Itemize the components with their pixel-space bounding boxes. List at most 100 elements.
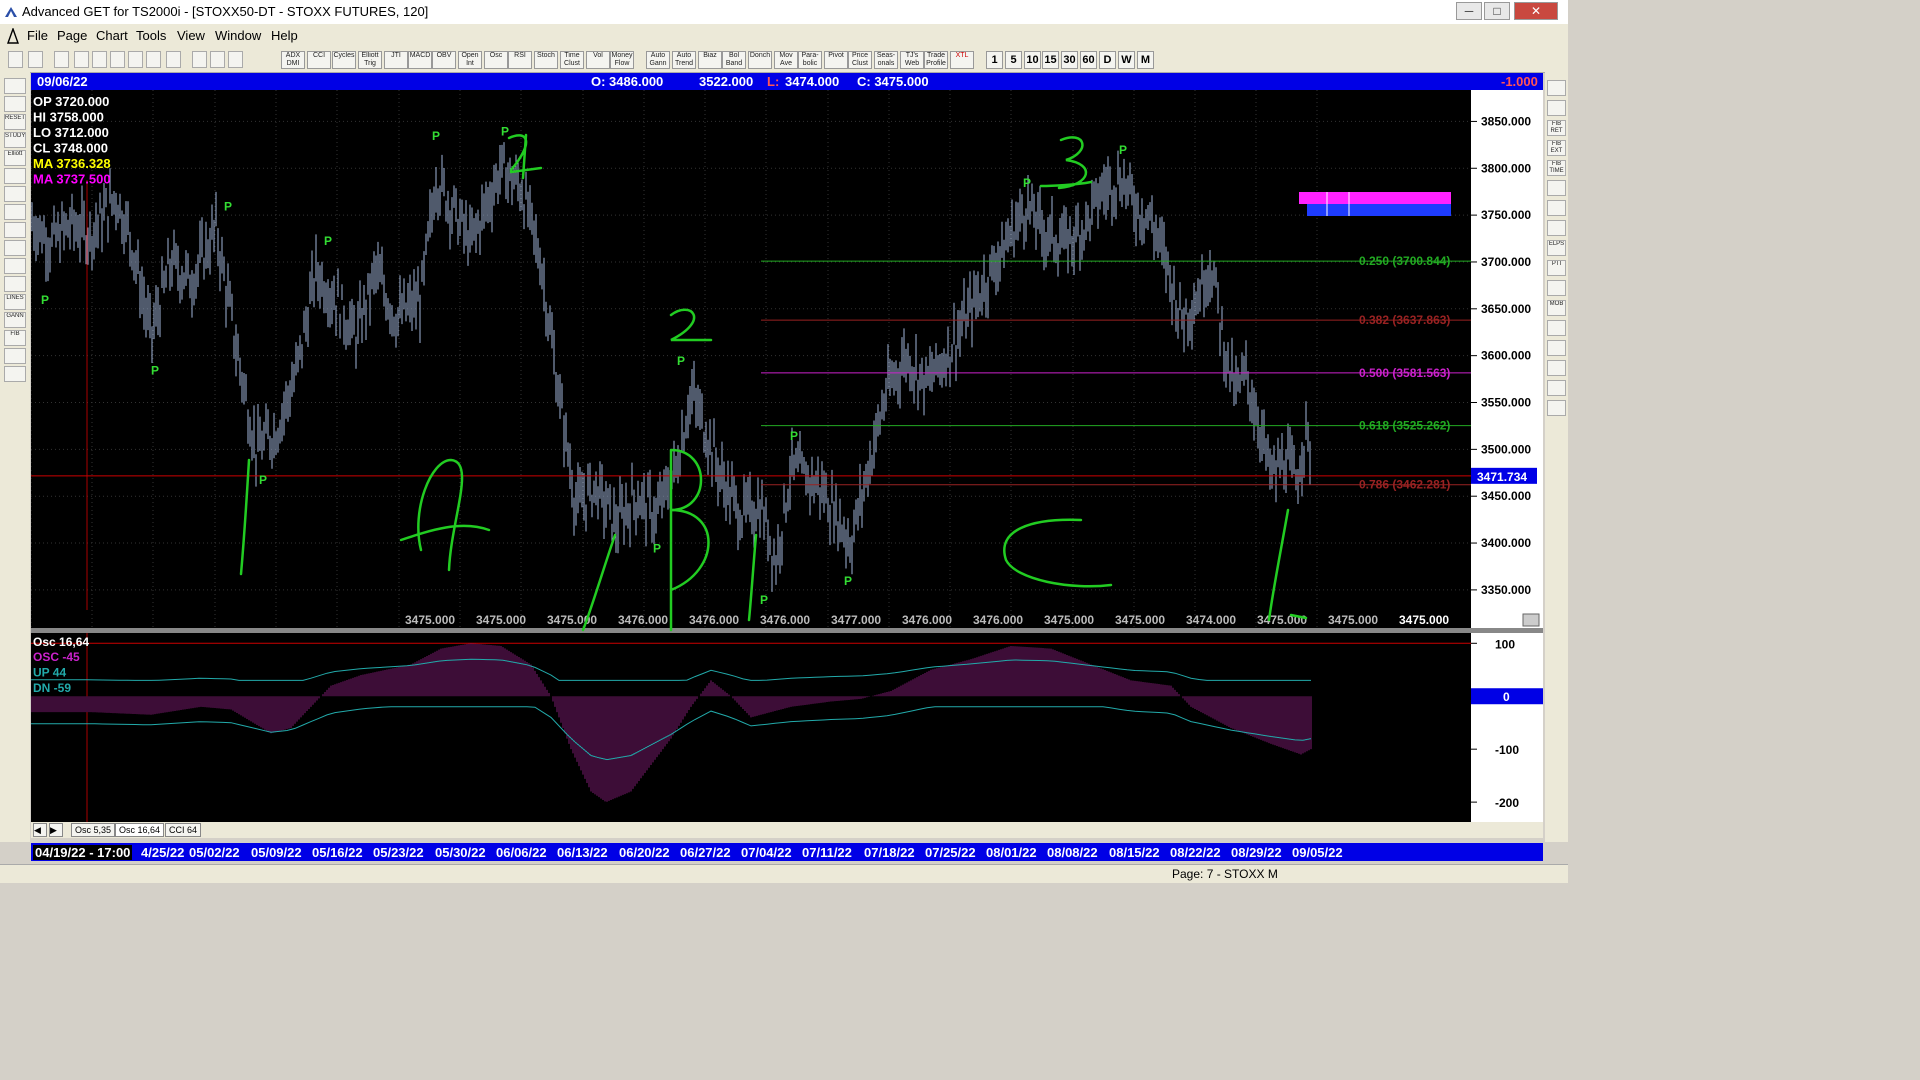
elps-tool[interactable]: ELPS xyxy=(1547,240,1566,256)
study-button-tj-s-web[interactable]: TJ's Web xyxy=(900,51,924,69)
menu-view[interactable]: View xyxy=(177,28,205,43)
study-button-auto-trend[interactable]: Auto Trend xyxy=(672,51,696,69)
study-button-mov-ave[interactable]: Mov Ave xyxy=(774,51,798,69)
menu-tools[interactable]: Tools xyxy=(136,28,166,43)
triangle-icon[interactable] xyxy=(1547,320,1566,336)
study-button-para-bolic[interactable]: Para- bolic xyxy=(798,51,822,69)
study-button-jti[interactable]: JTI xyxy=(384,51,408,69)
elliott-tool[interactable]: Elliott xyxy=(4,150,26,166)
fib-ext-tool[interactable]: FIB EXT xyxy=(1547,140,1566,156)
study-button-osc[interactable]: Osc xyxy=(484,51,508,69)
study-button-vol[interactable]: Vol xyxy=(586,51,610,69)
study-button-cci[interactable]: CCI xyxy=(307,51,331,69)
minimize-button[interactable]: ─ xyxy=(1456,2,1482,20)
period-button-m[interactable]: M xyxy=(1137,51,1154,69)
study-button-seas-onals[interactable]: Seas- onals xyxy=(874,51,898,69)
menu-chart[interactable]: Chart xyxy=(96,28,128,43)
study-button-rsi[interactable]: RSI xyxy=(508,51,532,69)
study-tool[interactable]: STUDY xyxy=(4,132,26,148)
study-button-pivot[interactable]: Pivot xyxy=(824,51,848,69)
study-button-elliott-trig[interactable]: Elliott Trig xyxy=(358,51,382,69)
grid-icon[interactable] xyxy=(1547,280,1566,296)
period-button-30[interactable]: 30 xyxy=(1061,51,1078,69)
menu-page[interactable]: Page xyxy=(57,28,87,43)
study-button-auto-gann[interactable]: Auto Gann xyxy=(646,51,670,69)
arrow-right-icon[interactable] xyxy=(4,222,26,238)
reset-tool[interactable]: RESET xyxy=(4,114,26,130)
box-icon[interactable] xyxy=(1547,220,1566,236)
paste-icon[interactable] xyxy=(128,51,143,68)
study-button-donch[interactable]: Donch xyxy=(748,51,772,69)
list-icon[interactable] xyxy=(1547,380,1566,396)
lines-tool[interactable]: LINES xyxy=(4,294,26,310)
period-button-5[interactable]: 5 xyxy=(1005,51,1022,69)
save-icon[interactable] xyxy=(92,51,107,68)
study-button-adx-dmi[interactable]: ADX DMI xyxy=(281,51,305,69)
fan-icon[interactable] xyxy=(1547,200,1566,216)
study-button-stoch[interactable]: Stoch xyxy=(534,51,558,69)
study-button-money-flow[interactable]: Money Flow xyxy=(610,51,634,69)
fib-time-tool[interactable]: FIB TIME xyxy=(1547,160,1566,176)
context-help-icon[interactable] xyxy=(228,51,243,68)
arrow-left-icon[interactable] xyxy=(4,204,26,220)
period-button-1[interactable]: 1 xyxy=(986,51,1003,69)
menu-help[interactable]: Help xyxy=(271,28,298,43)
window-icon[interactable] xyxy=(4,366,26,382)
period-button-w[interactable]: W xyxy=(1118,51,1135,69)
pti-tool[interactable]: PTI xyxy=(1547,260,1566,276)
open-icon[interactable] xyxy=(74,51,89,68)
bars-icon[interactable] xyxy=(4,240,26,256)
circle-icon[interactable] xyxy=(1547,180,1566,196)
menu-file[interactable]: File xyxy=(27,28,48,43)
help-icon[interactable] xyxy=(210,51,225,68)
pointer-icon[interactable] xyxy=(8,51,23,68)
cursor-icon[interactable] xyxy=(4,96,26,112)
study-button-trade-profile[interactable]: Trade Profile xyxy=(924,51,948,69)
cross-tool-icon[interactable] xyxy=(1547,80,1566,96)
u-icon[interactable] xyxy=(1547,400,1566,416)
grid-tool-icon[interactable] xyxy=(4,276,26,292)
period-button-d[interactable]: D xyxy=(1099,51,1116,69)
arrow-up-icon[interactable] xyxy=(4,168,26,184)
study-button-macd[interactable]: MACD xyxy=(408,51,432,69)
panel-splitter[interactable] xyxy=(31,628,1543,633)
printer-icon[interactable] xyxy=(4,78,26,94)
tab-next-arrow[interactable]: ▶ xyxy=(49,823,63,837)
tab-osc-5-35[interactable]: Osc 5,35 xyxy=(71,823,116,837)
price-chart[interactable]: 3850.000 3800.000 3750.000 3700.000 3650.000… xyxy=(31,90,1543,822)
new-page-icon[interactable] xyxy=(54,51,69,68)
grid-icon[interactable] xyxy=(166,51,181,68)
fib-tool[interactable]: FIB xyxy=(4,330,26,346)
cross-icon[interactable] xyxy=(4,348,26,364)
study-button-open-int[interactable]: Open Int xyxy=(458,51,482,69)
study-button-price-clust[interactable]: Price Clust xyxy=(848,51,872,69)
period-button-60[interactable]: 60 xyxy=(1080,51,1097,69)
period-button-10[interactable]: 10 xyxy=(1024,51,1041,69)
arrow-down-icon[interactable] xyxy=(4,186,26,202)
tab-osc-16-64[interactable]: Osc 16,64 xyxy=(115,823,165,837)
copy-icon[interactable] xyxy=(110,51,125,68)
study-button-time-clust[interactable]: Time Clust xyxy=(560,51,584,69)
menu-window[interactable]: Window xyxy=(215,28,261,43)
study-button-cycles[interactable]: Cycles xyxy=(332,51,356,69)
period-button-15[interactable]: 15 xyxy=(1042,51,1059,69)
print-icon[interactable] xyxy=(192,51,207,68)
fib-ret-tool[interactable]: FIB RET xyxy=(1547,120,1566,136)
study-button-bol-band[interactable]: Bol Band xyxy=(722,51,746,69)
arrows-icon[interactable] xyxy=(4,258,26,274)
tab-cci-64[interactable]: CCI 64 xyxy=(165,823,202,837)
study-button-xtl[interactable]: XTL xyxy=(950,51,974,69)
gann-tool[interactable]: GANN xyxy=(4,312,26,328)
magnify-icon[interactable] xyxy=(1547,340,1566,356)
tab-prev-arrow[interactable]: ◀ xyxy=(33,823,47,837)
pen-icon[interactable] xyxy=(1547,100,1566,116)
palette-icon[interactable] xyxy=(1547,360,1566,376)
study-button-biaz[interactable]: Biaz xyxy=(698,51,722,69)
delete-icon[interactable] xyxy=(146,51,161,68)
mob-tool[interactable]: MOB xyxy=(1547,300,1566,316)
close-button[interactable]: ✕ xyxy=(1514,2,1558,20)
quote-icon[interactable] xyxy=(28,51,43,68)
chart-corner-icon[interactable] xyxy=(1522,613,1540,627)
study-button-obv[interactable]: OBV xyxy=(432,51,456,69)
maximize-button[interactable]: □ xyxy=(1484,2,1510,20)
